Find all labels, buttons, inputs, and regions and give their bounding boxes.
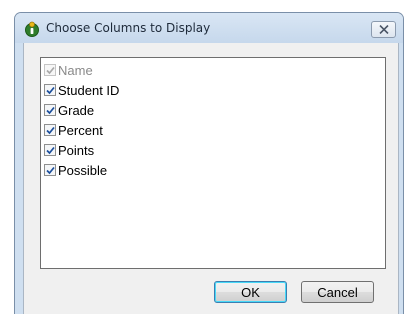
list-item-grade[interactable]: Grade	[44, 101, 94, 119]
checkbox-points[interactable]	[44, 144, 56, 156]
list-item-label: Student ID	[58, 82, 120, 98]
dialog-content: Name Student ID Grade Percent Points Pos…	[23, 43, 399, 314]
ok-button[interactable]: OK	[214, 281, 287, 303]
list-item-student-id[interactable]: Student ID	[44, 81, 119, 99]
checkbox-name	[44, 64, 56, 76]
checkmark-icon	[46, 86, 55, 95]
columns-list: Name Student ID Grade Percent Points Pos…	[40, 57, 386, 269]
close-button[interactable]	[371, 21, 396, 38]
list-item-label: Points	[58, 142, 95, 158]
checkmark-icon	[46, 126, 55, 135]
list-item-percent[interactable]: Percent	[44, 121, 103, 139]
title-bar: Choose Columns to Display	[15, 13, 403, 43]
list-item-label: Name	[58, 62, 93, 78]
checkbox-possible[interactable]	[44, 164, 56, 176]
checkmark-icon	[46, 106, 55, 115]
checkmark-icon	[46, 166, 55, 175]
list-item-label: Possible	[58, 162, 108, 178]
info-person-icon	[24, 21, 40, 37]
choose-columns-dialog: Choose Columns to Display Name Student I…	[14, 12, 404, 314]
window-title: Choose Columns to Display	[46, 21, 211, 35]
checkmark-icon	[46, 146, 55, 155]
list-item-name: Name	[44, 61, 93, 79]
close-icon	[379, 25, 389, 34]
checkbox-percent[interactable]	[44, 124, 56, 136]
list-item-points[interactable]: Points	[44, 141, 94, 159]
list-item-possible[interactable]: Possible	[44, 161, 107, 179]
cancel-button[interactable]: Cancel	[301, 281, 374, 303]
list-item-label: Percent	[58, 122, 103, 138]
checkbox-grade[interactable]	[44, 104, 56, 116]
list-item-label: Grade	[58, 102, 95, 118]
checkmark-icon	[46, 66, 55, 75]
checkbox-student-id[interactable]	[44, 84, 56, 96]
